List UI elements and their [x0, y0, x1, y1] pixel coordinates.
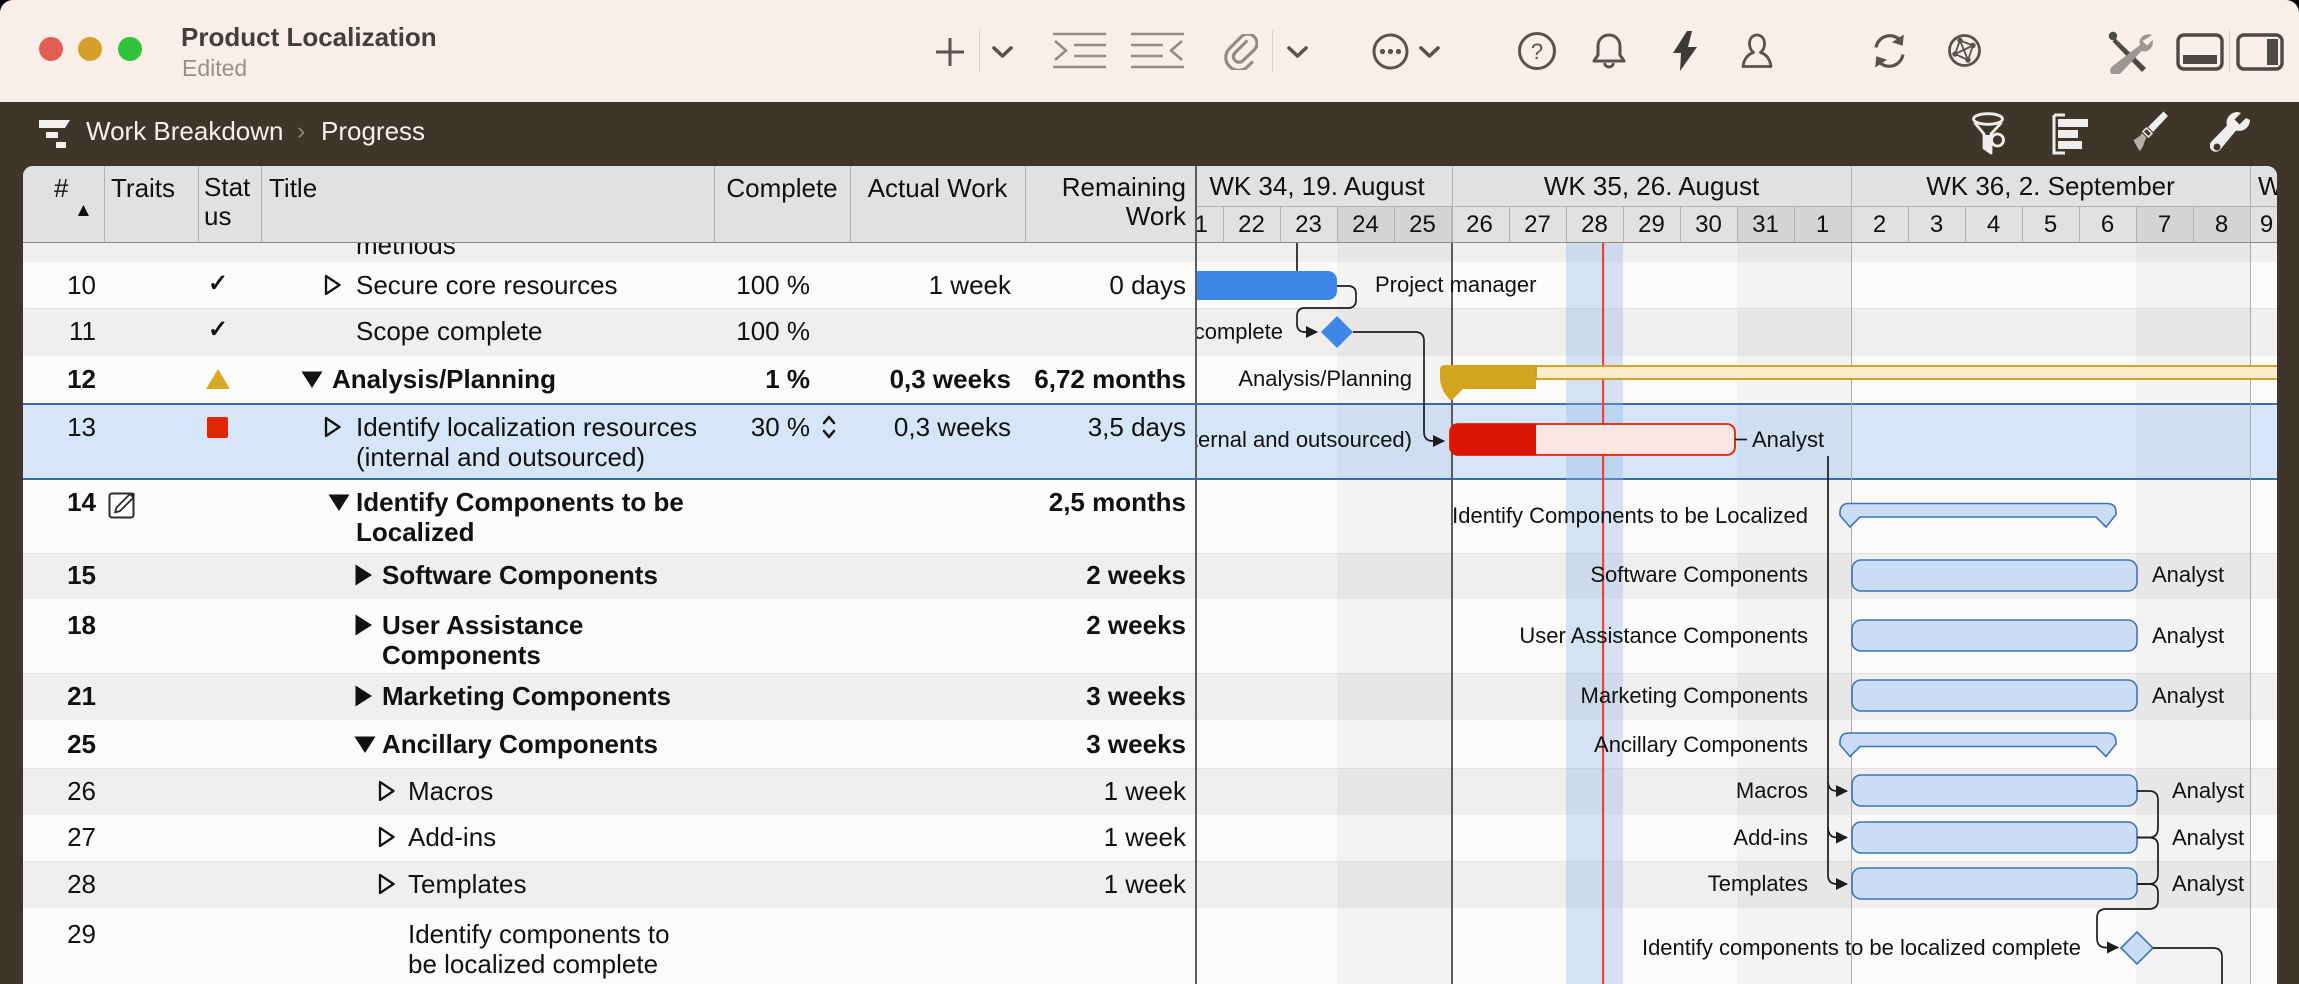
svg-text:?: ?: [1531, 39, 1543, 64]
